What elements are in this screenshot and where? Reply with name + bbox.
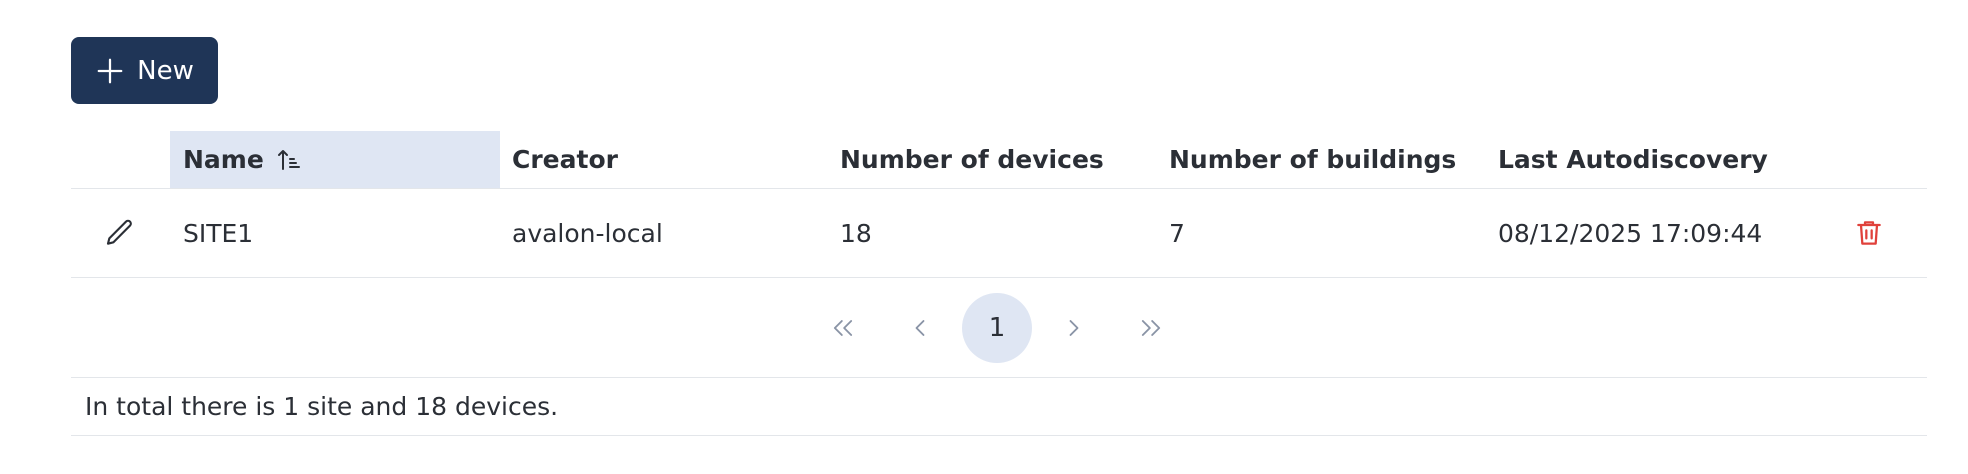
table-header: Name Creator Number of devices Number of…	[71, 131, 1927, 189]
table-summary: In total there is 1 site and 18 devices.	[71, 378, 1927, 436]
double-chevron-right-icon	[1141, 320, 1161, 336]
sort-ascending-icon	[277, 149, 300, 170]
delete-trash-icon[interactable]	[1853, 217, 1885, 249]
edit-pencil-icon[interactable]	[104, 217, 136, 249]
new-button-label: New	[137, 55, 194, 86]
column-header-creator[interactable]: Creator	[512, 131, 618, 188]
column-header-buildings[interactable]: Number of buildings	[1169, 131, 1456, 188]
cell-buildings: 7	[1169, 218, 1185, 248]
column-header-devices[interactable]: Number of devices	[840, 131, 1104, 188]
column-header-name[interactable]: Name	[183, 131, 302, 188]
pagination: 1	[71, 278, 1927, 378]
double-chevron-left-icon	[833, 320, 853, 336]
cell-devices: 18	[840, 218, 872, 248]
page-1-button[interactable]: 1	[962, 293, 1032, 363]
new-button[interactable]: New	[71, 37, 218, 104]
column-header-name-label: Name	[183, 145, 264, 174]
sites-table: Name Creator Number of devices Number of…	[71, 131, 1927, 436]
cell-creator: avalon-local	[512, 218, 663, 248]
next-page-button[interactable]	[1039, 293, 1109, 363]
previous-page-button[interactable]	[885, 293, 955, 363]
cell-name: SITE1	[183, 218, 254, 248]
first-page-button[interactable]	[808, 293, 878, 363]
cell-last-autodiscovery: 08/12/2025 17:09:44	[1498, 218, 1763, 248]
column-header-last-autodiscovery[interactable]: Last Autodiscovery	[1498, 131, 1768, 188]
chevron-left-icon	[915, 320, 925, 336]
plus-icon	[97, 58, 123, 83]
last-page-button[interactable]	[1116, 293, 1186, 363]
table-row: SITE1 avalon-local 18 7 08/12/2025 17:09…	[71, 189, 1927, 278]
chevron-right-icon	[1069, 320, 1079, 336]
